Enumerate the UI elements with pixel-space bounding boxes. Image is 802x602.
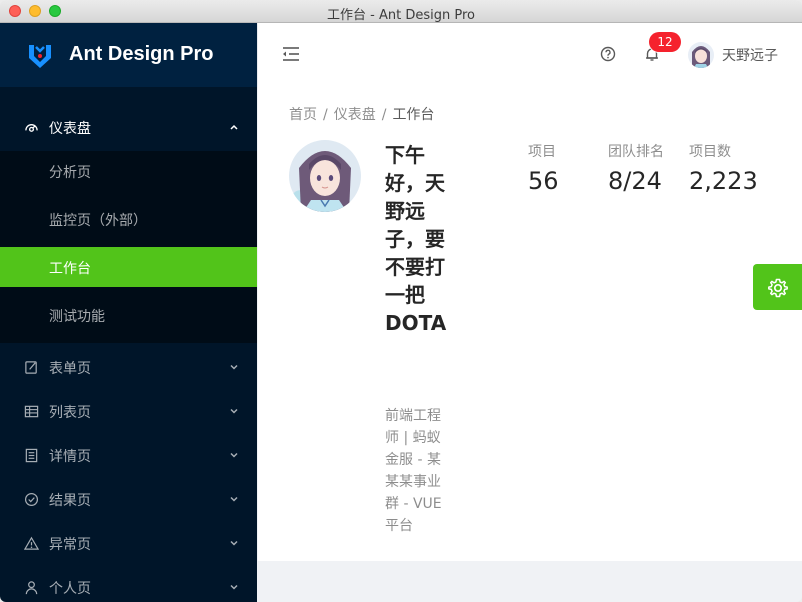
stat-title: 项目 [528, 144, 556, 160]
sidebar-item-label: 结果页 [49, 493, 91, 509]
sidebar-item-form[interactable]: 表单页 [0, 347, 257, 387]
sidebar-item-label: 表单页 [49, 361, 91, 377]
logo[interactable]: Ant Design Pro [0, 23, 257, 87]
greeting-text: 下午好，天野远子，要不要打一把 DOTA [385, 143, 447, 335]
dashboard-icon [25, 124, 38, 132]
sidebar-item-label: 仪表盘 [49, 121, 91, 137]
sidebar-item-test[interactable]: 测试功能 [0, 295, 257, 335]
job-description: 前端工程师 | 蚂蚁金服 - 某某某事业群 - VUE平台 [385, 408, 442, 534]
sidebar-item-label: 异常页 [49, 537, 91, 553]
stat-value: 56 [528, 167, 559, 195]
sidebar-item-account[interactable]: 个人页 [0, 567, 257, 602]
user-avatar-large [289, 140, 361, 212]
global-header: 12 天野远子 [258, 23, 802, 87]
stat-title: 项目数 [689, 144, 731, 160]
stat-project-count: 项目数 2,223 [689, 141, 758, 195]
gear-icon [768, 278, 788, 298]
chevron-up-icon [230, 124, 238, 130]
sidebar-item-list[interactable]: 列表页 [0, 391, 257, 431]
sidebar: Ant Design Pro 仪表盘 分析页 监控页（外部） 工作台 测试功能 … [0, 23, 257, 602]
sidebar-item-label: 测试功能 [49, 309, 105, 325]
breadcrumb-separator: / [323, 107, 328, 123]
user-icon [25, 581, 38, 595]
help-icon[interactable] [599, 45, 617, 63]
stat-title: 团队排名 [608, 144, 664, 160]
content-area [258, 561, 802, 586]
avatar[interactable] [688, 42, 714, 68]
sidebar-item-label: 详情页 [49, 449, 91, 465]
table-icon [24, 405, 39, 418]
form-icon [25, 361, 37, 374]
chevron-down-icon [230, 408, 238, 414]
chevron-down-icon [230, 452, 238, 458]
chevron-down-icon [230, 584, 238, 590]
sidebar-item-workplace[interactable]: 工作台 [0, 247, 257, 287]
stat-team-rank: 团队排名 8/24 [608, 141, 664, 195]
ant-design-logo-icon [29, 45, 51, 68]
check-circle-icon [24, 492, 39, 507]
username[interactable]: 天野远子 [722, 45, 778, 65]
chevron-down-icon [230, 364, 238, 370]
sidebar-item-label: 个人页 [49, 581, 91, 597]
app-window: 工作台 - Ant Design Pro Ant Design Pro 仪表盘 [0, 0, 802, 602]
breadcrumb-dashboard-link[interactable]: 仪表盘 [334, 107, 376, 123]
sidebar-item-analysis[interactable]: 分析页 [0, 151, 257, 191]
sidebar-item-profile[interactable]: 详情页 [0, 435, 257, 475]
menu-fold-icon[interactable] [280, 43, 302, 65]
sidebar-item-label: 工作台 [49, 261, 91, 277]
breadcrumb: 首页 / 仪表盘 / 工作台 [289, 104, 434, 124]
sidebar-item-label: 分析页 [49, 165, 91, 181]
sidebar-item-monitor[interactable]: 监控页（外部） [0, 199, 257, 239]
user-avatar-image [289, 140, 361, 212]
breadcrumb-home-link[interactable]: 首页 [289, 107, 317, 123]
profile-icon [25, 448, 38, 463]
stat-value: 2,223 [689, 167, 758, 195]
breadcrumb-current: 工作台 [392, 107, 435, 123]
sidebar-item-label: 列表页 [49, 405, 91, 421]
chevron-down-icon [230, 496, 238, 502]
stat-value: 8/24 [608, 167, 662, 195]
notification-badge: 12 [649, 32, 681, 52]
title-bar: 工作台 - Ant Design Pro [0, 0, 802, 23]
warning-icon [24, 536, 39, 550]
window-title: 工作台 - Ant Design Pro [327, 8, 475, 23]
user-avatar-image [688, 42, 714, 68]
sidebar-item-exception[interactable]: 异常页 [0, 523, 257, 563]
chevron-down-icon [230, 540, 238, 546]
dashboard-submenu: 分析页 监控页（外部） 工作台 测试功能 [0, 151, 257, 343]
sidebar-item-dashboard[interactable]: 仪表盘 [0, 107, 257, 147]
sidebar-item-label: 监控页（外部） [49, 213, 147, 229]
setting-drawer-button[interactable] [753, 264, 802, 310]
logo-text: Ant Design Pro [69, 43, 214, 65]
page-header: 首页 / 仪表盘 / 工作台 下午好，天野远子，要不要打一把 DOTA 前端工程师 | … [258, 87, 802, 561]
stat-projects: 项目 56 [528, 141, 559, 195]
breadcrumb-separator: / [381, 107, 387, 123]
sidebar-item-result[interactable]: 结果页 [0, 479, 257, 519]
